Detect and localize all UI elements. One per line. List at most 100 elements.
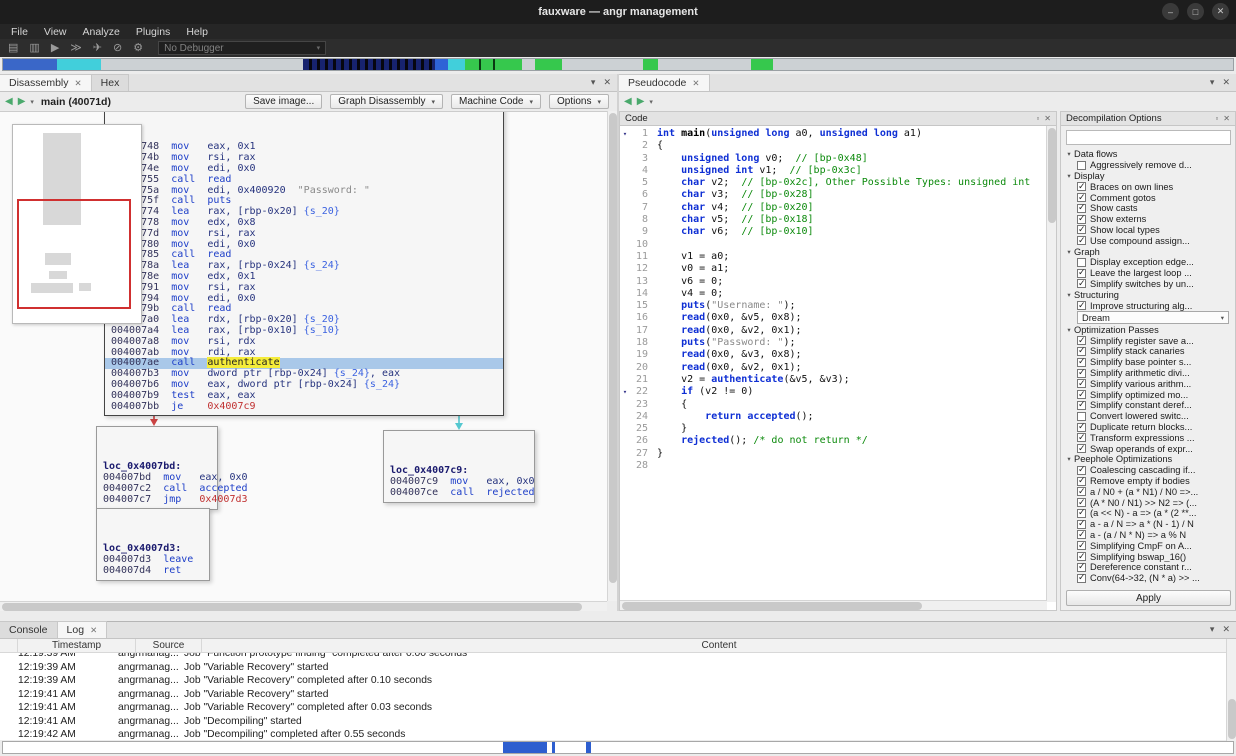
pseudocode-line[interactable]: ▾ 1 int main(unsigned long a0, unsigned …: [620, 128, 1047, 140]
close-pane-icon[interactable]: ✕: [1222, 77, 1230, 88]
pseudocode-line[interactable]: ▾ 16 read(0x0, &v5, 0x8);: [620, 312, 1047, 324]
option-row[interactable]: ▾ ▾ Simplify optimized mo...: [1064, 389, 1234, 400]
checkbox[interactable]: [1077, 181, 1086, 192]
option-row[interactable]: ▾ ▾ Display exception edge...: [1064, 257, 1234, 268]
option-row[interactable]: ▾ ▾ Remove empty if bodies: [1064, 476, 1234, 487]
checkbox[interactable]: [1077, 508, 1086, 518]
step-icon[interactable]: ≫: [70, 42, 82, 54]
forward-icon[interactable]: ▶: [18, 96, 26, 107]
option-row[interactable]: ▾ ▾ Leave the largest loop ...: [1064, 268, 1234, 279]
feature-map[interactable]: [2, 58, 1234, 71]
disasm-block-accepted[interactable]: loc_0x4007bd: 004007bd mov eax, 0x0 004007…: [96, 426, 248, 510]
checkbox[interactable]: [1077, 225, 1086, 235]
disasm-line[interactable]: 004007ce call rejected: [384, 487, 535, 499]
close-pane-icon[interactable]: ✕: [603, 77, 611, 88]
pseudocode-line[interactable]: ▾ 17 read(0x0, &v2, 0x1);: [620, 325, 1047, 337]
pseudocode-line[interactable]: ▾ 15 puts("Username: ");: [620, 300, 1047, 312]
checkbox[interactable]: [1077, 335, 1086, 346]
minimap-viewport[interactable]: [17, 199, 131, 309]
checkbox[interactable]: [1077, 203, 1086, 213]
pseudocode-line[interactable]: ▾ 2 {: [620, 140, 1047, 152]
chevron-down-icon[interactable]: ▾: [649, 98, 653, 106]
tab-disassembly[interactable]: Disassembly ✕: [0, 74, 92, 91]
fly-icon[interactable]: ✈: [93, 42, 102, 54]
checkbox[interactable]: [1077, 160, 1086, 170]
option-row[interactable]: ▾ ▾ Simplifying CmpF on A...: [1064, 540, 1234, 551]
scrollbar-thumb[interactable]: [1228, 699, 1236, 739]
apply-button[interactable]: Apply: [1066, 590, 1231, 606]
checkbox[interactable]: [1077, 257, 1086, 267]
checkbox[interactable]: [1077, 368, 1086, 378]
float-icon[interactable]: ▫: [1036, 114, 1039, 123]
checkbox[interactable]: [1077, 540, 1086, 551]
tab-list-icon[interactable]: ▾: [1210, 77, 1215, 88]
pseudocode-line[interactable]: ▾ 24 return accepted();: [620, 411, 1047, 423]
log-row[interactable]: 12:19:42 AM angrmanag... Job "Decompilin…: [0, 728, 1228, 740]
pseudocode-line[interactable]: ▾ 25 }: [620, 423, 1047, 435]
float-icon[interactable]: ▫: [1215, 114, 1218, 123]
option-row[interactable]: ▾ ▾ Transform expressions ...: [1064, 432, 1234, 443]
log-row[interactable]: 12:19:41 AM angrmanag... Job "Variable R…: [0, 701, 1228, 715]
collapse-arrow-icon[interactable]: ▾: [1064, 150, 1074, 158]
disassembly-graph[interactable]: 00400748 mov eax, 0x10040074b mov rsi, r…: [0, 111, 607, 601]
collapse-arrow-icon[interactable]: ▾: [1064, 326, 1074, 334]
option-row[interactable]: ▾ ▾ Show externs: [1064, 214, 1234, 225]
pseudocode-line[interactable]: ▾ 19 read(0x0, &v3, 0x8);: [620, 349, 1047, 361]
tab-pseudocode[interactable]: Pseudocode ✕: [619, 74, 710, 91]
structuring-algorithm-select[interactable]: Dream ▾: [1077, 311, 1229, 325]
menu-item[interactable]: Help: [178, 24, 216, 39]
pseudocode-line[interactable]: ▾ 7 char v4; // [bp-0x20]: [620, 202, 1047, 214]
log-column-source[interactable]: Source: [136, 639, 202, 652]
checkbox[interactable]: [1077, 562, 1086, 572]
pseudocode-vscrollbar[interactable]: [1046, 126, 1056, 602]
checkbox[interactable]: [1077, 486, 1086, 497]
checkbox[interactable]: [1077, 235, 1086, 246]
option-row[interactable]: ▾ ▾ Coalescing cascading if...: [1064, 465, 1234, 476]
collapse-arrow-icon[interactable]: ▾: [1064, 291, 1074, 299]
close-icon[interactable]: ✕: [1223, 114, 1230, 123]
checkbox[interactable]: [1077, 422, 1086, 432]
pseudocode-line[interactable]: ▾ 27 }: [620, 448, 1047, 460]
checkbox[interactable]: [1077, 497, 1086, 508]
log-row[interactable]: 12:19:41 AM angrmanag... Job "Decompilin…: [0, 715, 1228, 729]
pseudocode-line[interactable]: ▾ 26 rejected(); /* do not return */: [620, 435, 1047, 447]
tab-console[interactable]: Console: [0, 621, 58, 638]
pseudocode-line[interactable]: ▾ 14 v4 = 0;: [620, 288, 1047, 300]
option-row[interactable]: ▾ ▾ a - (a / N * N) => a % N: [1064, 530, 1234, 541]
log-column-timestamp[interactable]: Timestamp: [18, 639, 136, 652]
pseudocode-line[interactable]: ▾ 8 char v5; // [bp-0x18]: [620, 214, 1047, 226]
tab-list-icon[interactable]: ▾: [591, 77, 596, 88]
checkbox[interactable]: [1077, 476, 1086, 486]
checkbox[interactable]: [1077, 378, 1086, 389]
pseudocode-editor[interactable]: ▾ 1 int main(unsigned long a0, unsigned …: [620, 126, 1047, 602]
tab-hex[interactable]: Hex: [91, 74, 130, 91]
checkbox[interactable]: [1077, 573, 1086, 583]
options-dropdown[interactable]: Options ▾: [549, 94, 609, 109]
close-button[interactable]: ✕: [1212, 3, 1229, 20]
log-row[interactable]: 12:19:39 AM angrmanag... Job "Function p…: [0, 653, 1228, 661]
close-icon[interactable]: ✕: [75, 78, 82, 89]
open-file-icon[interactable]: ▤: [8, 42, 18, 54]
pseudocode-line[interactable]: ▾ 5 char v2; // [bp-0x2c], Other Possibl…: [620, 177, 1047, 189]
tab-log[interactable]: Log ✕: [57, 621, 108, 638]
option-row[interactable]: ▾ ▾ (a << N) - a => (a * (2 **...: [1064, 508, 1234, 519]
checkbox[interactable]: [1077, 443, 1086, 454]
pseudocode-line[interactable]: ▾ 28: [620, 460, 1047, 472]
debugger-select[interactable]: No Debugger ▾: [158, 41, 327, 55]
log-vscrollbar[interactable]: [1226, 639, 1236, 741]
collapse-arrow-icon[interactable]: ▾: [1064, 455, 1074, 463]
pseudocode-line[interactable]: ▾ 13 v6 = 0;: [620, 276, 1047, 288]
option-row[interactable]: ▾ ▾ (A * N0 / N1) >> N2 => (...: [1064, 497, 1234, 508]
disasm-block-return[interactable]: loc_0x4007d3: 004007d3 leave 004007d4 ret: [96, 508, 210, 581]
option-row[interactable]: ▾ ▾ Data flows: [1064, 149, 1234, 160]
code-mode-dropdown[interactable]: Machine Code ▾: [451, 94, 542, 109]
option-row[interactable]: ▾ ▾ Structuring: [1064, 289, 1234, 300]
option-row[interactable]: ▾ ▾ Simplifying bswap_16(): [1064, 551, 1234, 562]
option-row[interactable]: ▾ ▾ a / N0 + (a * N1) / N0 =>...: [1064, 486, 1234, 497]
checkbox[interactable]: [1077, 551, 1086, 562]
checkbox[interactable]: [1077, 530, 1086, 540]
scrollbar-thumb[interactable]: [622, 602, 922, 610]
close-icon[interactable]: ✕: [90, 625, 97, 636]
disassembly-hscrollbar[interactable]: [0, 601, 607, 611]
menu-item[interactable]: Analyze: [75, 24, 128, 39]
